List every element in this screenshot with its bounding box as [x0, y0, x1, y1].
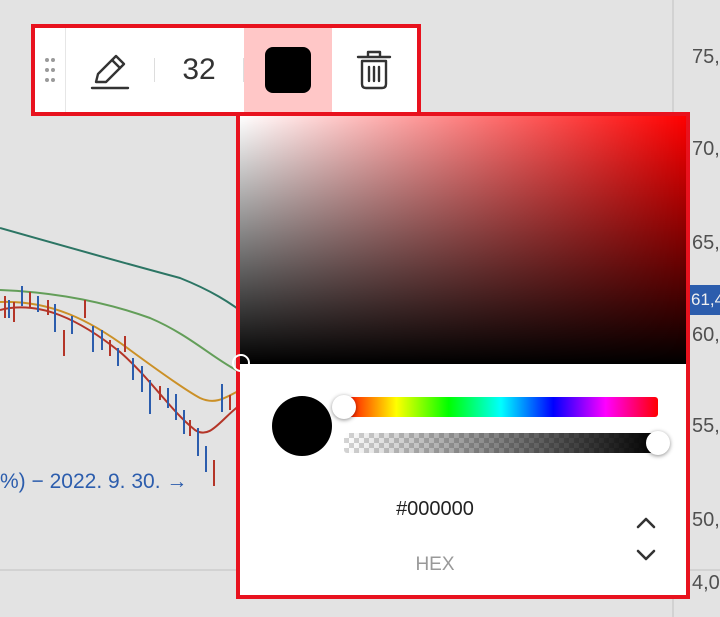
price-axis-label: 70,	[692, 138, 720, 160]
current-price-badge: 61,4	[688, 285, 720, 315]
stroke-size-button[interactable]: 32	[155, 28, 243, 112]
color-picker-panel: #000000 HEX	[232, 112, 690, 599]
moving-average-mid	[0, 289, 241, 373]
price-axis-label: 50,	[692, 509, 720, 531]
pen-tool-button[interactable]	[66, 28, 154, 112]
hex-value-input[interactable]: #000000	[370, 498, 500, 521]
moving-average-short-b	[0, 306, 241, 434]
alpha-slider[interactable]	[344, 431, 670, 455]
drag-handle-icon[interactable]	[35, 28, 66, 112]
color-format-toggle[interactable]	[630, 516, 662, 562]
color-preview-circle	[272, 396, 332, 456]
drawing-toolbar: 32	[31, 24, 421, 116]
saturation-value-handle[interactable]	[232, 354, 250, 372]
price-axis-label: 60,	[692, 324, 720, 346]
price-axis-label: 75,	[692, 46, 720, 68]
delete-button[interactable]	[332, 28, 416, 112]
candles	[4, 286, 231, 486]
chart-annotation: %) − 2022. 9. 30. →	[0, 470, 188, 493]
color-format-label: HEX	[415, 554, 455, 575]
chevron-down-icon	[636, 549, 656, 561]
trash-icon	[356, 50, 392, 90]
pencil-icon	[90, 54, 130, 90]
hue-slider-thumb[interactable]	[332, 395, 356, 419]
hue-slider[interactable]	[332, 395, 658, 419]
chevron-up-icon	[636, 517, 656, 529]
price-axis-label: 55,	[692, 415, 720, 437]
saturation-value-area[interactable]	[232, 116, 686, 372]
alpha-slider-thumb[interactable]	[646, 431, 670, 455]
price-axis-label: 4,0	[692, 572, 720, 594]
selected-color-swatch	[265, 47, 311, 93]
price-axis-label: 65,	[692, 232, 720, 254]
drag-handle-icon-graphic	[45, 58, 55, 82]
color-selector-button[interactable]	[244, 28, 332, 112]
